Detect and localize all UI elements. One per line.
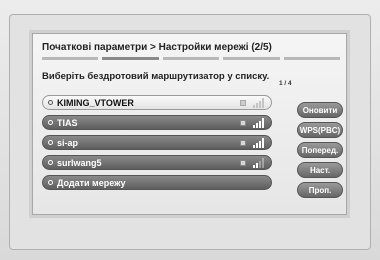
setup-progress-bar bbox=[42, 57, 341, 60]
signal-strength-icon bbox=[253, 118, 264, 128]
signal-strength-icon bbox=[253, 158, 264, 168]
lock-icon bbox=[240, 100, 246, 106]
network-name: KIMING_VTOWER bbox=[57, 97, 134, 108]
network-item[interactable]: KIMING_VTOWER bbox=[42, 95, 272, 110]
wps-button[interactable]: WPS(PBC) bbox=[297, 122, 343, 138]
network-settings-dialog: Початкові параметри > Настройки мережі (… bbox=[32, 33, 347, 215]
dialog-title: Початкові параметри > Настройки мережі (… bbox=[42, 42, 272, 53]
network-name: si-ap bbox=[57, 137, 79, 148]
page-indicator: 1 / 4 bbox=[279, 80, 292, 87]
radio-dot-icon bbox=[48, 100, 53, 105]
radio-dot-icon bbox=[48, 180, 53, 185]
add-network-label: Додати мережу bbox=[57, 177, 126, 188]
radio-dot-icon bbox=[48, 160, 53, 165]
signal-strength-icon bbox=[253, 138, 264, 148]
signal-strength-icon bbox=[253, 98, 264, 108]
lock-icon bbox=[240, 140, 246, 146]
add-network-item[interactable]: Додати мережу bbox=[42, 175, 272, 190]
progress-step-2 bbox=[102, 57, 159, 60]
next-button[interactable]: Наст. bbox=[297, 162, 343, 178]
network-item[interactable]: surlwang5 bbox=[42, 155, 272, 170]
progress-step-5 bbox=[283, 57, 341, 60]
radio-dot-icon bbox=[48, 120, 53, 125]
action-buttons: Оновити WPS(PBC) Поперед. Наст. Проп. bbox=[297, 102, 343, 198]
network-item[interactable]: TIAS bbox=[42, 115, 272, 130]
network-list: KIMING_VTOWER TIAS si-ap surlwang5 Додат… bbox=[42, 95, 272, 195]
network-item[interactable]: si-ap bbox=[42, 135, 272, 150]
progress-step-1 bbox=[42, 57, 99, 60]
network-name: surlwang5 bbox=[57, 157, 102, 168]
network-name: TIAS bbox=[57, 117, 78, 128]
instruction-text: Виберіть бездротовий маршрутизатор у спи… bbox=[42, 71, 270, 82]
previous-button[interactable]: Поперед. bbox=[297, 142, 343, 158]
skip-button[interactable]: Проп. bbox=[297, 182, 343, 198]
progress-step-4 bbox=[223, 57, 280, 60]
radio-dot-icon bbox=[48, 140, 53, 145]
lock-icon bbox=[240, 120, 246, 126]
progress-step-3 bbox=[162, 57, 220, 60]
refresh-button[interactable]: Оновити bbox=[297, 102, 343, 118]
lock-icon bbox=[240, 160, 246, 166]
